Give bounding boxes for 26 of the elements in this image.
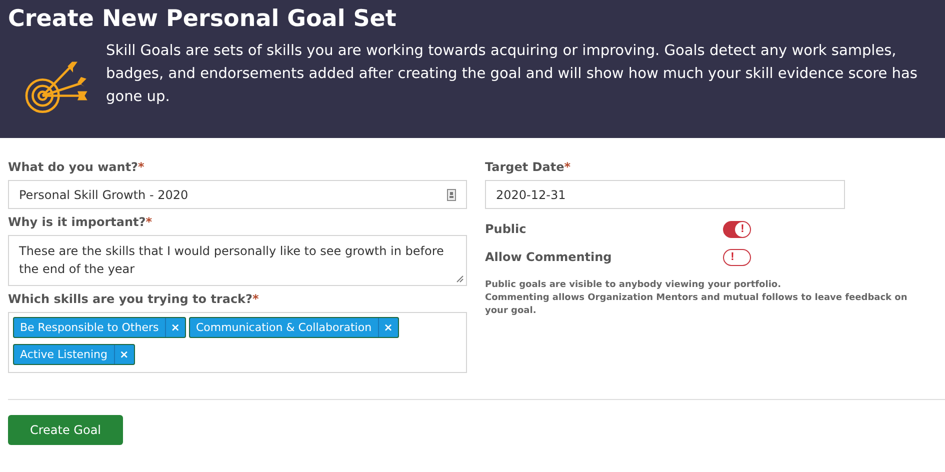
field-value: Personal Skill Growth - 2020 bbox=[19, 188, 188, 202]
tag-label: Active Listening bbox=[19, 347, 109, 363]
toggle-label: Public bbox=[485, 222, 528, 236]
remove-tag-button[interactable]: × bbox=[378, 318, 398, 337]
create-goal-button[interactable]: Create Goal bbox=[8, 415, 123, 445]
remove-tag-button[interactable]: × bbox=[164, 318, 185, 337]
toggle-label: Allow Commenting bbox=[485, 250, 613, 264]
contact-card-icon bbox=[447, 188, 456, 200]
help-text: Public goals are visible to anybody viewing your portfolio. bbox=[485, 279, 782, 292]
date-input-field[interactable]: 2020-12-31 bbox=[485, 180, 845, 209]
tag-label: Communication & Collaboration bbox=[194, 320, 373, 336]
help-text: Commenting allows Organization Mentors and mutual follows to leave feedback on your goal. bbox=[485, 292, 908, 318]
field-label: Which skills are you trying to track?* bbox=[8, 292, 260, 306]
skills-tag-field[interactable]: Be Responsible to Others × Communication & Collaboration × Active Listening × bbox=[8, 312, 467, 373]
description-text: Skill Goals are sets of skills you are working towards acquiring or improving. Goals detect any work samples, badges, and endorsements added after creating the goal and will show how much your skill evidence score has gone up. bbox=[106, 42, 918, 107]
toggle-switch[interactable]: ! bbox=[723, 248, 751, 266]
field-label: What do you want?* bbox=[8, 160, 146, 174]
remove-tag-button[interactable]: × bbox=[114, 345, 134, 364]
resize-grip-icon bbox=[456, 275, 464, 283]
goal-input-field[interactable]: Personal Skill Growth - 2020 bbox=[8, 180, 467, 209]
tag-label: Be Responsible to Others bbox=[19, 320, 160, 336]
field-label: Target Date* bbox=[485, 160, 572, 174]
toggle-switch[interactable]: ! bbox=[723, 220, 751, 238]
field-label: Why is it important?* bbox=[8, 215, 153, 229]
page-title: Create New Personal Goal Set bbox=[8, 5, 398, 34]
reason-text-area[interactable]: These are the skills that I would personally like to see growth in before the end of the year bbox=[8, 235, 467, 286]
